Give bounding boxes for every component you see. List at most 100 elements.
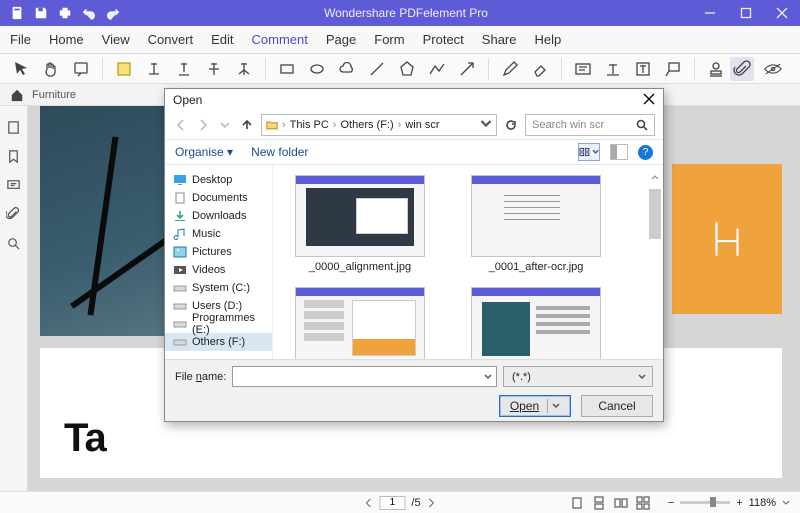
- addr-dropdown-icon[interactable]: [480, 118, 492, 130]
- breadcrumb-seg[interactable]: win scr: [401, 119, 443, 131]
- menu-home[interactable]: Home: [49, 32, 84, 47]
- cancel-button-label: Cancel: [598, 399, 635, 413]
- select-tool-icon[interactable]: [12, 60, 30, 78]
- shape-polygon-icon[interactable]: [398, 60, 416, 78]
- page-prev-icon[interactable]: [363, 498, 373, 508]
- file-item[interactable]: _0002_adjust-pane.jpg: [281, 287, 439, 359]
- menu-view[interactable]: View: [102, 32, 130, 47]
- nav-up-button[interactable]: [239, 117, 255, 133]
- menu-protect[interactable]: Protect: [423, 32, 464, 47]
- shape-oval-icon[interactable]: [308, 60, 326, 78]
- menu-edit[interactable]: Edit: [211, 32, 233, 47]
- view-facing-icon[interactable]: [614, 496, 628, 510]
- address-bar[interactable]: › This PC › Others (F:) › win scr: [261, 114, 497, 136]
- search-panel-icon[interactable]: [6, 236, 21, 251]
- comments-panel-icon[interactable]: [6, 178, 21, 193]
- nav-forward-button[interactable]: [195, 117, 211, 133]
- cancel-button[interactable]: Cancel: [581, 395, 653, 417]
- menu-help[interactable]: Help: [535, 32, 562, 47]
- undo-icon[interactable]: [82, 6, 96, 20]
- zoom-dropdown-icon[interactable]: [782, 499, 790, 507]
- dialog-close-button[interactable]: [643, 93, 655, 108]
- breadcrumb-seg[interactable]: Others (F:): [336, 119, 397, 131]
- chevron-down-icon[interactable]: [552, 402, 560, 410]
- view-continuous-icon[interactable]: [592, 496, 606, 510]
- pencil-icon[interactable]: [501, 60, 519, 78]
- filename-input[interactable]: [232, 366, 497, 387]
- text-box-icon[interactable]: [574, 60, 592, 78]
- view-facing-cont-icon[interactable]: [636, 496, 650, 510]
- menu-convert[interactable]: Convert: [148, 32, 194, 47]
- view-mode-button[interactable]: [578, 143, 600, 161]
- maximize-button[interactable]: [728, 0, 764, 26]
- new-folder-button[interactable]: New folder: [251, 145, 308, 159]
- strikethrough-icon[interactable]: [205, 60, 223, 78]
- zoom-plus[interactable]: +: [736, 497, 742, 509]
- file-name: _0000_alignment.jpg: [309, 261, 411, 273]
- typewriter-icon[interactable]: [604, 60, 622, 78]
- file-list[interactable]: _0000_alignment.jpg _0001_after-ocr.jpg …: [273, 165, 663, 359]
- menu-file[interactable]: File: [10, 32, 31, 47]
- menubar: File Home View Convert Edit Comment Page…: [0, 26, 800, 54]
- caret-insert-icon[interactable]: [235, 60, 253, 78]
- shape-connected-icon[interactable]: [428, 60, 446, 78]
- page-current-input[interactable]: [379, 496, 405, 510]
- shape-arrow-icon[interactable]: [458, 60, 476, 78]
- zoom-slider[interactable]: [680, 501, 730, 504]
- chevron-down-icon[interactable]: [484, 373, 492, 381]
- menu-page[interactable]: Page: [326, 32, 356, 47]
- menu-comment[interactable]: Comment: [252, 32, 308, 47]
- stamp-icon[interactable]: [707, 60, 725, 78]
- bookmarks-panel-icon[interactable]: [6, 149, 21, 164]
- note-tool-icon[interactable]: [72, 60, 90, 78]
- print-icon[interactable]: [58, 6, 72, 20]
- shape-cloud-icon[interactable]: [338, 60, 356, 78]
- page-next-icon[interactable]: [427, 498, 437, 508]
- file-thumbnail: [471, 175, 601, 257]
- preview-pane-button[interactable]: [610, 144, 628, 160]
- attachment-button[interactable]: [730, 57, 754, 81]
- search-input[interactable]: Search win scr: [525, 114, 655, 136]
- menu-form[interactable]: Form: [374, 32, 404, 47]
- organise-menu[interactable]: Organise ▾: [175, 145, 233, 159]
- page-total: /5: [411, 497, 420, 509]
- highlight-area-icon[interactable]: [115, 60, 133, 78]
- shape-line-icon[interactable]: [368, 60, 386, 78]
- drive-icon: [173, 282, 187, 294]
- hand-tool-icon[interactable]: [42, 60, 60, 78]
- zoom-minus[interactable]: −: [668, 497, 674, 509]
- refresh-button[interactable]: [503, 117, 519, 133]
- file-item[interactable]: _0000_alignment.jpg: [281, 175, 439, 273]
- redo-icon[interactable]: [106, 6, 120, 20]
- thumbnails-panel-icon[interactable]: [6, 120, 21, 135]
- home-icon[interactable]: [10, 88, 24, 102]
- shape-rect-icon[interactable]: [278, 60, 296, 78]
- underline-text-icon[interactable]: [175, 60, 193, 78]
- view-single-icon[interactable]: [570, 496, 584, 510]
- callout-icon[interactable]: [664, 60, 682, 78]
- hide-annotations-icon[interactable]: [764, 60, 782, 78]
- help-button[interactable]: ?: [638, 145, 653, 160]
- scroll-up-icon[interactable]: [649, 172, 661, 182]
- search-icon: [636, 119, 648, 131]
- eraser-icon[interactable]: [531, 60, 549, 78]
- highlight-text-icon[interactable]: [145, 60, 163, 78]
- left-panel-rail: [0, 106, 28, 491]
- attachments-panel-icon[interactable]: [6, 207, 21, 222]
- document-tab[interactable]: Furniture: [32, 89, 76, 101]
- menu-share[interactable]: Share: [482, 32, 517, 47]
- open-button[interactable]: Open: [499, 395, 571, 417]
- minimize-button[interactable]: [692, 0, 728, 26]
- text-callout-icon[interactable]: [634, 60, 652, 78]
- breadcrumb-seg[interactable]: This PC: [286, 119, 333, 131]
- close-button[interactable]: [764, 0, 800, 26]
- tree-label: Users (D:): [192, 300, 242, 312]
- nav-recent-button[interactable]: [217, 117, 233, 133]
- folder-tree[interactable]: Desktop Documents Downloads Music Pictur…: [165, 165, 273, 359]
- file-type-filter[interactable]: (*.*): [503, 366, 653, 387]
- file-item[interactable]: _0001_after-ocr.jpg: [457, 175, 615, 273]
- file-item[interactable]: _0003_add-more.jpg: [457, 287, 615, 359]
- save-icon[interactable]: [34, 6, 48, 20]
- nav-back-button[interactable]: [173, 117, 189, 133]
- scrollbar[interactable]: [649, 171, 661, 353]
